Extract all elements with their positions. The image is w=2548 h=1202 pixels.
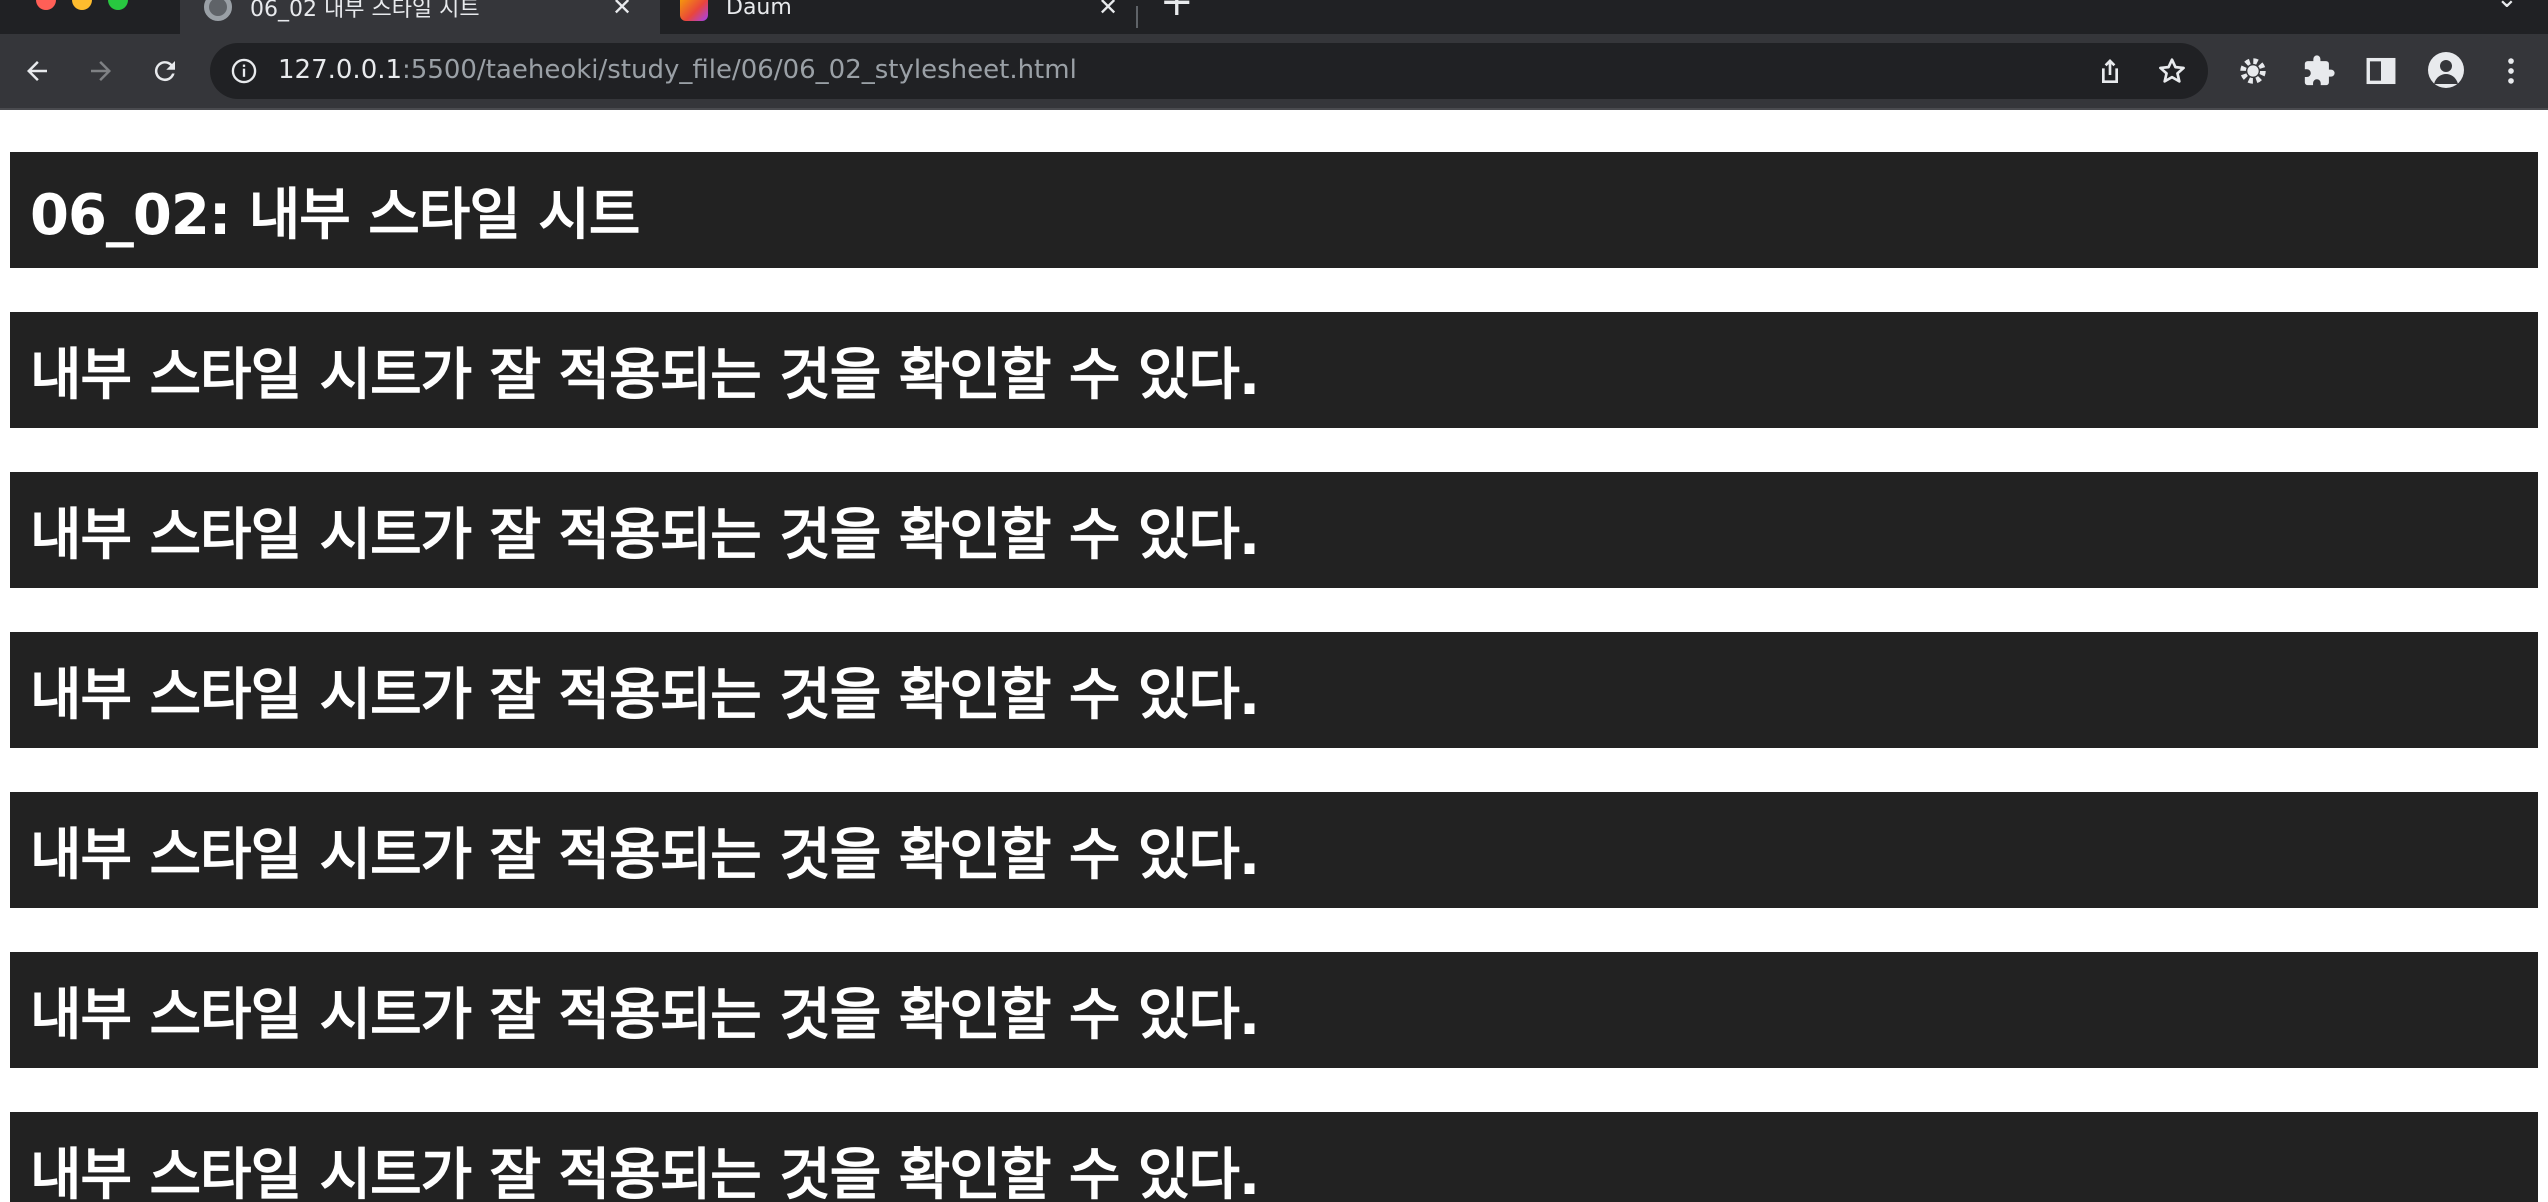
puzzle-icon[interactable] [2302,54,2336,88]
share-icon[interactable] [2094,55,2126,87]
side-panel-icon[interactable] [2364,54,2398,88]
site-info-icon[interactable] [230,57,258,85]
content-heading: 내부 스타일 시트가 잘 적용되는 것을 확인할 수 있다. [10,792,2538,908]
content-heading: 내부 스타일 시트가 잘 적용되는 것을 확인할 수 있다. [10,952,2538,1068]
daum-favicon-icon [680,0,708,21]
star-icon[interactable] [2156,55,2188,87]
page-content: 06_02: 내부 스타일 시트 내부 스타일 시트가 잘 적용되는 것을 확인… [0,110,2548,1202]
tab-active[interactable]: 06_02 내부 스타일 시트 ✕ [180,0,660,34]
profile-icon[interactable] [2428,52,2464,88]
tab-search-icon[interactable]: ⌄ [2496,0,2518,14]
close-window-button[interactable] [36,0,56,10]
maximize-window-button[interactable] [108,0,128,10]
back-icon[interactable] [16,50,58,92]
close-icon[interactable]: ✕ [1094,0,1122,21]
menu-icon[interactable] [2494,54,2528,88]
address-bar[interactable]: 127.0.0.1:5500/taeheoki/study_file/06/06… [210,43,2208,99]
minimize-window-button[interactable] [72,0,92,10]
content-heading: 내부 스타일 시트가 잘 적용되는 것을 확인할 수 있다. [10,312,2538,428]
reload-icon[interactable] [144,50,186,92]
tab-daum[interactable]: Daum ✕ [666,0,1136,34]
url-path: :5500/taeheoki/study_file/06/06_02_style… [402,55,1077,85]
url-text[interactable]: 127.0.0.1:5500/taeheoki/study_file/06/06… [278,55,1077,85]
tab-title: Daum [726,0,792,20]
content-heading: 내부 스타일 시트가 잘 적용되는 것을 확인할 수 있다. [10,1112,2538,1202]
tab-title: 06_02 내부 스타일 시트 [250,0,480,22]
extension-gear-icon[interactable] [2236,54,2270,88]
close-icon[interactable]: ✕ [608,0,636,21]
content-heading: 내부 스타일 시트가 잘 적용되는 것을 확인할 수 있다. [10,472,2538,588]
page-title: 06_02: 내부 스타일 시트 [10,152,2538,268]
new-tab-icon[interactable]: + [1160,0,1194,22]
globe-icon [204,0,232,21]
url-host: 127.0.0.1 [278,55,403,85]
content-heading: 내부 스타일 시트가 잘 적용되는 것을 확인할 수 있다. [10,632,2538,748]
tab-strip: 06_02 내부 스타일 시트 ✕ Daum ✕ + ⌄ [0,0,2548,34]
tab-divider [1136,6,1138,28]
forward-icon[interactable] [80,50,122,92]
browser-toolbar: 127.0.0.1:5500/taeheoki/study_file/06/06… [0,34,2548,108]
